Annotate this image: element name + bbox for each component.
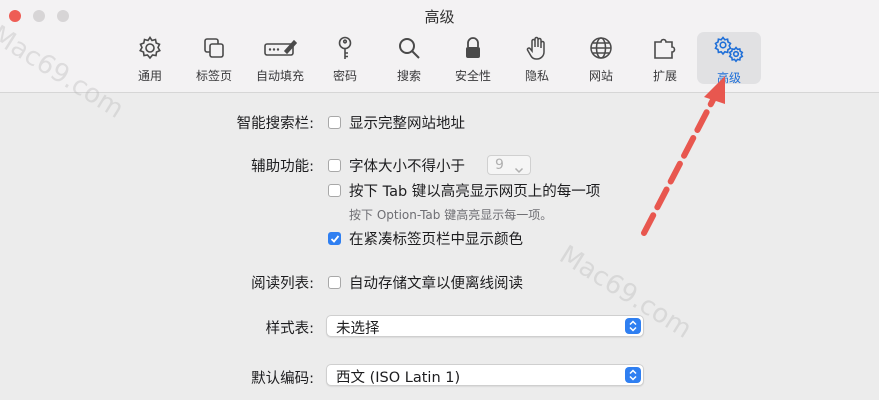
annotation-arrow bbox=[641, 76, 725, 236]
